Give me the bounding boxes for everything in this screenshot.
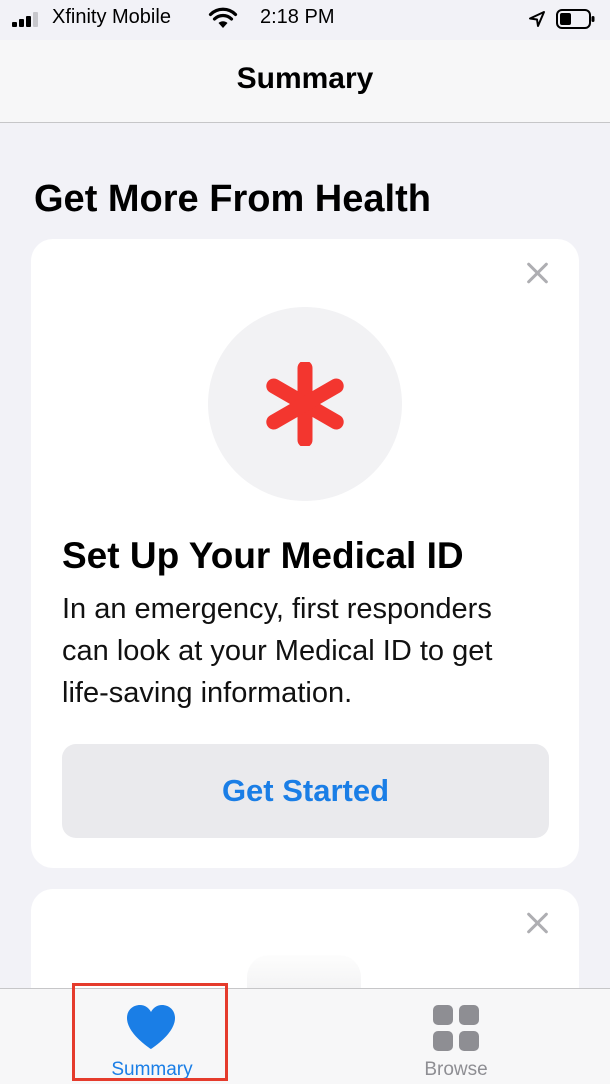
battery-icon [556, 9, 595, 29]
navigation-bar: Summary [0, 40, 610, 123]
signal-icon [12, 11, 46, 27]
card-description-line: can look at your Medical ID to get [62, 635, 493, 667]
highlight-box [72, 983, 228, 1081]
medical-id-card: Set Up Your Medical ID In an emergency, … [31, 239, 579, 868]
close-icon[interactable] [525, 911, 549, 935]
card-description: In an emergency, first responders can lo… [62, 588, 562, 714]
get-started-button[interactable]: Get Started [62, 744, 549, 838]
carrier-name: Xfinity Mobile [52, 6, 171, 28]
tab-label: Browse [424, 1059, 488, 1080]
card-description-line: life-saving information. [62, 677, 353, 709]
close-icon[interactable] [525, 261, 549, 285]
medical-id-badge [208, 307, 402, 501]
status-bar: Xfinity Mobile 2:18 PM [0, 0, 610, 40]
wifi-icon [208, 7, 238, 28]
card-heading: Set Up Your Medical ID [62, 535, 464, 576]
tab-browse[interactable]: Browse [376, 989, 536, 1084]
grid-icon [433, 1005, 479, 1051]
nav-title: Summary [236, 62, 374, 95]
status-time: 2:18 PM [260, 6, 335, 28]
section-title: Get More From Health [34, 178, 431, 220]
location-icon [529, 11, 545, 27]
card-description-line: In an emergency, first responders [62, 593, 492, 625]
asterisk-icon [266, 362, 344, 446]
